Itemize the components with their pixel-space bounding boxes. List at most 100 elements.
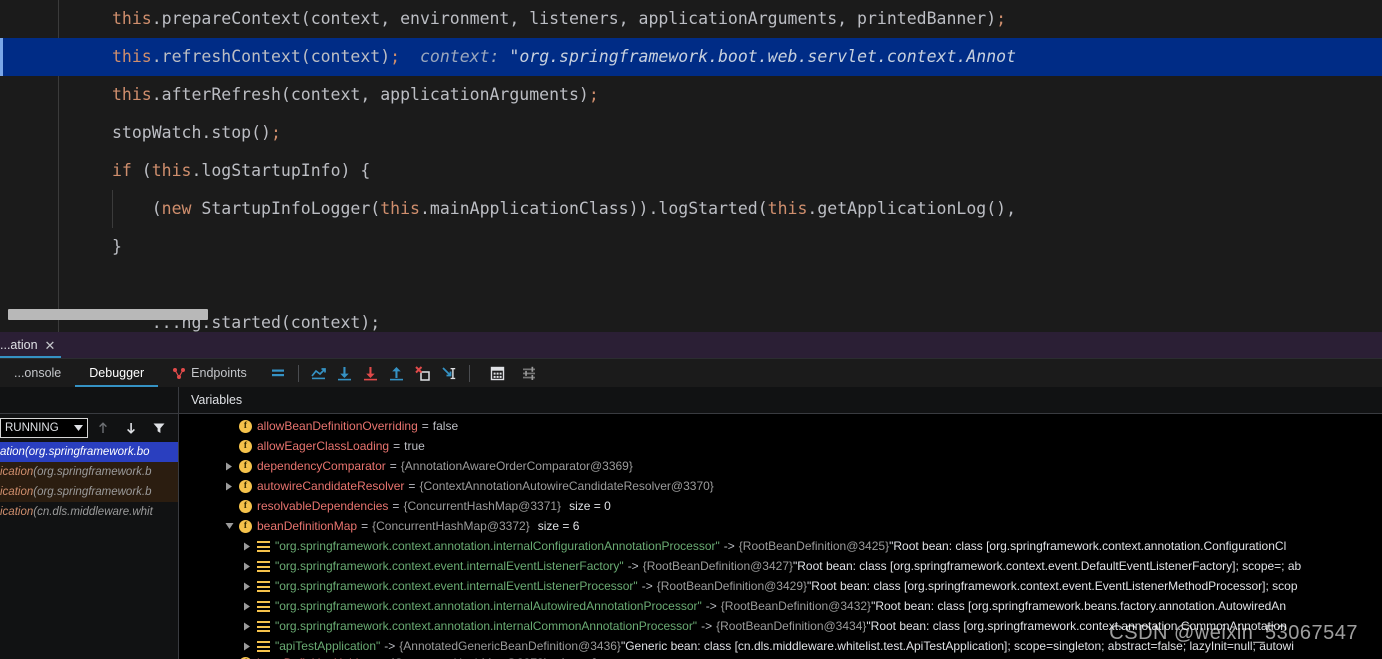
variable-name: autowireCandidateResolver [257, 479, 405, 493]
code-line[interactable]: this.afterRefresh(context, applicationAr… [0, 76, 1382, 114]
field-icon: f [239, 479, 252, 493]
ide-window: this.prepareContext(context, environment… [0, 0, 1382, 659]
map-entry-value: {RootBeanDefinition@3425} [738, 539, 890, 553]
code-line[interactable]: } [0, 228, 1382, 266]
variable-name: beanDefinitionMap [257, 519, 358, 533]
map-entry-key: "org.springframework.context.annotation.… [275, 539, 720, 553]
evaluate-expression-icon[interactable] [487, 362, 509, 384]
code-token: .refreshContext(context) [151, 47, 391, 66]
map-entry-detail: "Root bean: class [org.springframework.c… [793, 559, 1302, 573]
toolbar-separator-2 [468, 364, 470, 382]
map-entry-detail: "Root bean: class [org.springframework.c… [889, 539, 1287, 553]
drop-frame-icon[interactable] [412, 362, 434, 384]
frames-list[interactable]: ation (org.springframework.bo ication (or… [0, 442, 178, 522]
filter-icon[interactable] [148, 417, 170, 439]
variable-row[interactable]: f beanDefinitionMap = {ConcurrentHashMap@33… [179, 516, 1382, 536]
code-token: new [161, 199, 192, 218]
field-icon: f [239, 439, 252, 453]
code-token: this [767, 199, 808, 218]
map-entry-key: "org.springframework.context.event.inter… [275, 579, 638, 593]
chevron-right-icon[interactable] [243, 582, 257, 591]
map-entry-key: "org.springframework.context.annotation.… [275, 599, 702, 613]
code-token: .getApplicationLog(), [807, 199, 1017, 218]
frames-toolbar: RUNNING [0, 414, 178, 442]
frames-panel[interactable]: RUNNING ation (org.springframework.bo ic… [0, 387, 179, 659]
layout-settings-icon[interactable] [519, 362, 541, 384]
map-entry-key: "apiTestApplication" [275, 639, 381, 653]
variable-size: size = 6 [537, 519, 580, 533]
code-token: ; [996, 9, 1007, 28]
arrow-up-icon[interactable] [92, 417, 114, 439]
frame-row[interactable]: ication (cn.dls.middleware.whit [0, 502, 178, 522]
code-line[interactable]: if (this.logStartupInfo) { [0, 152, 1382, 190]
variable-value: {ConcurrentHashMap@3372} [372, 519, 530, 533]
frame-method-name: ation [0, 446, 25, 458]
variable-map-entry-row[interactable]: "apiTestApplication" -> {AnnotatedGeneri… [179, 636, 1382, 656]
map-entry-value: {RootBeanDefinition@3429} [656, 579, 808, 593]
editor-horizontal-scrollbar-thumb[interactable] [8, 309, 208, 320]
run-configuration-tab-label: ...ation [0, 338, 38, 352]
code-token: this [112, 9, 152, 28]
tab-endpoints[interactable]: Endpoints [158, 359, 261, 387]
variable-row[interactable]: f allowEagerClassLoading = true [179, 436, 1382, 456]
code-line[interactable]: (new StartupInfoLogger(this.mainApplicat… [0, 190, 1382, 228]
chevron-right-icon[interactable] [243, 622, 257, 631]
tab-debugger-label: Debugger [89, 366, 145, 380]
code-line-current[interactable]: this.refreshContext(context); context: "… [0, 38, 1382, 76]
frame-row[interactable]: ication (org.springframework.b [0, 462, 178, 482]
frame-location: (org.springframework.b [33, 466, 152, 478]
variables-panel[interactable]: Variables f allowBeanDefinitionOverriding… [179, 387, 1382, 659]
variable-row[interactable]: f resolvableDependencies = {ConcurrentHashM… [179, 496, 1382, 516]
frame-method-name: ication [0, 486, 34, 498]
thread-state-dropdown[interactable]: RUNNING [0, 418, 88, 438]
code-token: } [112, 237, 122, 256]
variable-value: false [432, 419, 459, 433]
tab-debugger[interactable]: Debugger [75, 359, 159, 387]
code-line[interactable]: stopWatch.stop(); [0, 114, 1382, 152]
run-configuration-tab[interactable]: ...ation ✕ [0, 332, 62, 358]
frame-row[interactable]: ication (org.springframework.b [0, 482, 178, 502]
variable-row[interactable]: f dependencyComparator = {AnnotationAwareOr… [179, 456, 1382, 476]
variable-row[interactable]: f allowBeanDefinitionOverriding = false [179, 416, 1382, 436]
variable-map-entry-row[interactable]: "org.springframework.context.event.inter… [179, 576, 1382, 596]
frame-row[interactable]: ation (org.springframework.bo [0, 442, 178, 462]
frame-location: (org.springframework.b [33, 486, 152, 498]
tab-console[interactable]: ...onsole [0, 359, 75, 387]
variables-tree[interactable]: f allowBeanDefinitionOverriding = false f all… [179, 414, 1382, 659]
variable-row[interactable]: f autowireCandidateResolver = {ContextAnnot… [179, 476, 1382, 496]
step-over-icon[interactable] [334, 362, 356, 384]
variable-map-entry-row[interactable]: "org.springframework.context.event.inter… [179, 556, 1382, 576]
map-entry-arrow: -> [384, 639, 396, 653]
variable-map-entry-row[interactable]: "org.springframework.context.annotation.… [179, 616, 1382, 636]
debugger-body: RUNNING ation (org.springframework.bo ic… [0, 387, 1382, 659]
chevron-right-icon[interactable] [243, 542, 257, 551]
variable-equals: = [408, 479, 416, 493]
code-editor[interactable]: this.prepareContext(context, environment… [0, 0, 1382, 332]
arrow-down-icon[interactable] [120, 417, 142, 439]
chevron-down-icon[interactable] [225, 522, 239, 530]
code-line[interactable]: this.prepareContext(context, environment… [0, 0, 1382, 38]
step-out-icon[interactable] [386, 362, 408, 384]
code-token: .prepareContext(context, environment, li… [151, 9, 997, 28]
show-execution-point-icon[interactable] [308, 362, 330, 384]
chevron-right-icon[interactable] [225, 482, 239, 491]
code-token: "org.springframework.boot.web.servlet.co… [509, 47, 1017, 66]
step-into-icon[interactable] [360, 362, 382, 384]
chevron-right-icon[interactable] [225, 462, 239, 471]
map-entry-icon [257, 560, 270, 572]
editor-code-area[interactable]: this.prepareContext(context, environment… [0, 0, 1382, 332]
variable-map-entry-row[interactable]: "org.springframework.context.annotation.… [179, 596, 1382, 616]
chevron-right-icon[interactable] [243, 602, 257, 611]
mute-breakpoints-icon[interactable] [267, 362, 289, 384]
toolbar-separator [297, 364, 299, 382]
variable-map-entry-row[interactable]: "org.springframework.context.annotation.… [179, 536, 1382, 556]
chevron-right-icon[interactable] [243, 562, 257, 571]
run-to-cursor-icon[interactable] [438, 362, 460, 384]
field-icon: f [239, 419, 252, 433]
code-token: .logStartupInfo) { [191, 161, 371, 180]
code-line[interactable] [0, 266, 1382, 304]
variable-value: {AnnotationAwareOrderComparator@3369} [400, 459, 633, 473]
editor-horizontal-scrollbar[interactable] [0, 309, 1382, 320]
close-icon[interactable]: ✕ [45, 339, 56, 352]
chevron-right-icon[interactable] [243, 642, 257, 651]
